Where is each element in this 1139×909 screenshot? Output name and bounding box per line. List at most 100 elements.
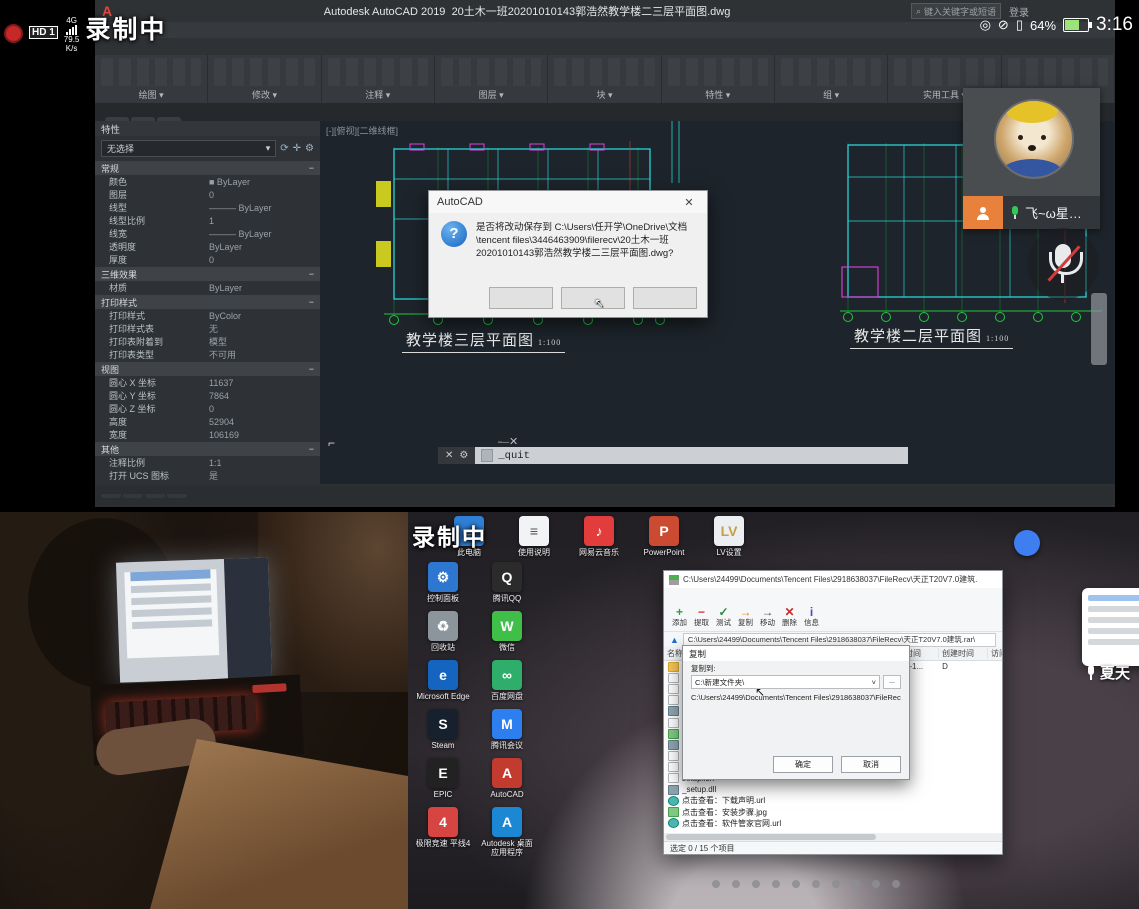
page-dot[interactable] (772, 880, 780, 888)
property-row[interactable]: 注释比例 1:1 (95, 456, 320, 469)
file-row[interactable]: 点击查看：下载声明.url (664, 795, 1002, 806)
select-objects-icon[interactable]: ✛ (293, 143, 301, 154)
property-row[interactable]: 线型比例 1 (95, 214, 320, 227)
property-row[interactable]: 透明度 ByLayer (95, 240, 320, 253)
property-row[interactable]: 打印样式表 无 (95, 322, 320, 335)
toolbar-button[interactable]: i 信息 (804, 606, 819, 627)
dialog-close-icon[interactable]: ✕ (679, 196, 699, 209)
floating-avatar[interactable] (1014, 530, 1040, 556)
quick-select-icon[interactable]: ⚙ (305, 143, 314, 154)
desktop-icon[interactable]: W 微信 (478, 611, 536, 652)
desktop-icon[interactable]: ⚙ 控制面板 (414, 562, 472, 603)
desktop-icon[interactable]: A AutoCAD (478, 758, 536, 799)
toolbar-button[interactable]: ✕ 删除 (782, 606, 797, 627)
section-header[interactable]: 打印样式− (95, 295, 320, 309)
page-dot[interactable] (892, 880, 900, 888)
selection-dropdown[interactable]: 无选择▾ (101, 140, 276, 157)
desktop-icon[interactable]: M 腾讯会议 (478, 709, 536, 750)
dialog-button[interactable] (633, 287, 697, 309)
column-header[interactable]: 访问时间 (988, 648, 1002, 659)
mini-floating-window[interactable] (1082, 588, 1139, 666)
command-close-icon[interactable]: ✕ (445, 450, 453, 461)
up-folder-icon[interactable]: ▲ (670, 635, 679, 645)
desktop-icon[interactable]: A Autodesk 桌面应用程序 (478, 807, 536, 857)
section-header[interactable]: 视图− (95, 362, 320, 376)
desktop-icon[interactable]: LV LV设置 (700, 516, 758, 557)
ribbon-panel-label[interactable]: 块 ▾ (548, 87, 660, 103)
property-row[interactable]: 颜色 ■ ByLayer (95, 175, 320, 188)
desktop-icon[interactable]: ♪ 网易云音乐 (570, 516, 628, 557)
toolbar-button[interactable]: + 添加 (672, 606, 687, 627)
property-row[interactable]: 图层 0 (95, 188, 320, 201)
property-row[interactable]: 圆心 X 坐标 11637 (95, 376, 320, 389)
property-row[interactable]: 材质 ByLayer (95, 281, 320, 294)
copy-dialog-titlebar[interactable]: 复制 (683, 646, 909, 661)
property-row[interactable]: 打印表附着到 模型 (95, 335, 320, 348)
desktop-icon[interactable]: e Microsoft Edge (414, 660, 472, 701)
ribbon-panel-label[interactable]: 图层 ▾ (435, 87, 547, 103)
property-row[interactable]: 厚度 0 (95, 253, 320, 266)
dialog-titlebar[interactable]: AutoCAD ✕ (429, 191, 707, 213)
property-row[interactable]: 打印表类型 不可用 (95, 348, 320, 361)
desktop-icon[interactable]: ♻ 回收站 (414, 611, 472, 652)
toggle-pickadd-icon[interactable]: ⟳ (280, 143, 288, 154)
page-dot[interactable] (832, 880, 840, 888)
layout-tab[interactable] (167, 494, 187, 498)
ribbon-panel-label[interactable]: 组 ▾ (775, 87, 887, 103)
command-bar[interactable]: ✕ ⚙ _quit (438, 447, 908, 464)
layout-tab[interactable] (101, 494, 121, 498)
page-dot[interactable] (732, 880, 740, 888)
property-row[interactable]: 打开 UCS 图标 是 (95, 469, 320, 482)
horizontal-scrollbar[interactable] (664, 833, 1002, 841)
dialog-button[interactable] (489, 287, 553, 309)
desktop-icon[interactable]: ≡ 使用说明 (505, 516, 563, 557)
desktop-icon[interactable]: P PowerPoint (635, 516, 693, 557)
page-dot[interactable] (752, 880, 760, 888)
page-dot[interactable] (872, 880, 880, 888)
desktop-icon[interactable]: 4 极限竞速 平线4 (414, 807, 472, 857)
destination-input[interactable]: C:\新建文件夹\ ˅ (691, 675, 880, 689)
dialog-button[interactable] (561, 287, 625, 309)
desktop-icon[interactable]: ∞ 百度网盘 (478, 660, 536, 701)
desktop-icon[interactable]: S Steam (414, 709, 472, 750)
page-dot[interactable] (792, 880, 800, 888)
layout-tab[interactable] (123, 494, 143, 498)
property-row[interactable]: 宽度 106169 (95, 428, 320, 441)
mute-microphone-button[interactable] (1027, 228, 1099, 300)
ok-button[interactable]: 确定 (773, 756, 833, 773)
viewport-label[interactable]: [-][俯视][二维线框] (326, 124, 398, 137)
ribbon-panel-label[interactable]: 绘图 ▾ (95, 87, 207, 103)
navigation-bar[interactable] (1091, 293, 1107, 365)
archive-titlebar[interactable]: C:\Users\24499\Documents\Tencent Files\2… (664, 571, 1002, 588)
cancel-button[interactable]: 取消 (841, 756, 901, 773)
column-header[interactable]: 创建时间 (939, 648, 988, 659)
property-row[interactable]: 打印样式 ByColor (95, 309, 320, 322)
file-row[interactable]: 点击查看：安装步骤.jpg (664, 806, 1002, 817)
toolbar-button[interactable]: ✓ 测试 (716, 606, 731, 627)
page-dot[interactable] (712, 880, 720, 888)
property-row[interactable]: 圆心 Y 坐标 7864 (95, 389, 320, 402)
desktop-icon[interactable]: E EPIC (414, 758, 472, 799)
file-row[interactable]: _setup.dll (664, 784, 1002, 795)
toolbar-button[interactable]: → 复制 (738, 606, 753, 627)
toolbar-button[interactable]: → 移动 (760, 606, 775, 627)
property-row[interactable]: 圆心 Z 坐标 0 (95, 402, 320, 415)
section-header[interactable]: 三维效果− (95, 267, 320, 281)
section-header[interactable]: 其他− (95, 442, 320, 456)
file-row[interactable]: 点击查看：软件管家官网.url (664, 818, 1002, 829)
property-row[interactable]: 线宽 ——— ByLayer (95, 227, 320, 240)
section-header[interactable]: 常规− (95, 161, 320, 175)
property-row[interactable]: 高度 52904 (95, 415, 320, 428)
dropdown-icon[interactable]: ˅ (872, 678, 876, 687)
layout-tab[interactable] (145, 494, 165, 498)
command-input[interactable]: _quit (475, 447, 908, 464)
participant-tile[interactable]: 飞~ω星… (963, 88, 1100, 229)
browse-button[interactable]: ... (883, 675, 901, 689)
desktop-icon[interactable]: Q 腾讯QQ (478, 562, 536, 603)
ribbon-panel-label[interactable]: 注释 ▾ (322, 87, 434, 103)
ribbon-panel-label[interactable]: 特性 ▾ (662, 87, 774, 103)
toolbar-button[interactable]: − 提取 (694, 606, 709, 627)
command-tools-icon[interactable]: ⚙ (459, 450, 468, 461)
page-dot[interactable] (852, 880, 860, 888)
property-row[interactable]: 线型 ——— ByLayer (95, 201, 320, 214)
